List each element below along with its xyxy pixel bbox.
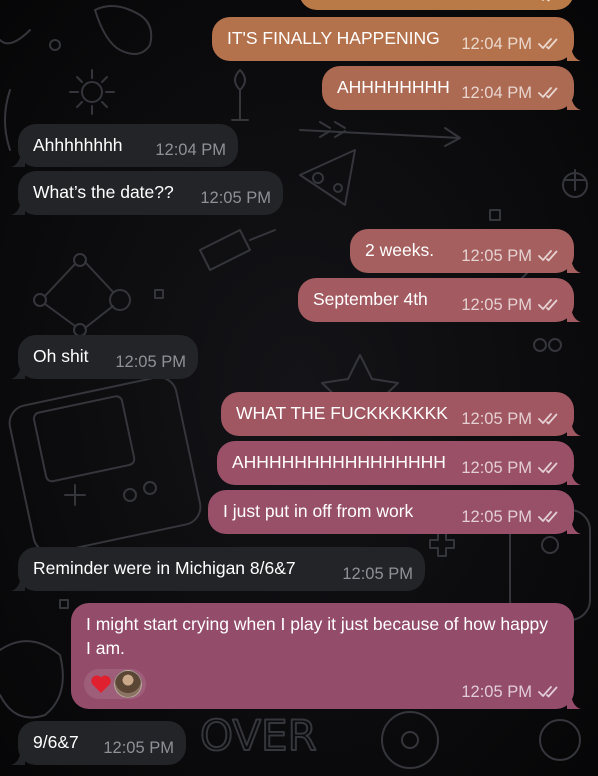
incoming-message-bubble[interactable]: 9/6&7 12:05 PM — [11, 721, 186, 765]
bubble-tail — [567, 471, 581, 485]
outgoing-message-bubble[interactable]: AHHHHHHHHHHHHHHHH 12:05 PM — [217, 441, 581, 485]
message-time: 12:05 PM — [461, 296, 532, 314]
bubble-tail — [567, 695, 581, 709]
read-double-check-icon — [538, 462, 558, 474]
outgoing-message-bubble[interactable]: I might start crying when I play it just… — [71, 603, 581, 709]
message-text: WHAT THE FUCKKKKKKK — [236, 403, 448, 423]
outgoing-message-bubble[interactable]: 2 weeks. 12:05 PM — [350, 229, 581, 273]
message-time: 12:05 PM — [461, 247, 532, 265]
outgoing-message-bubble[interactable]: AHHHHHHHH 12:04 PM — [322, 66, 581, 110]
message-time: 12:04 PM — [461, 84, 532, 102]
message-text: Reminder were in Michigan 8/6&7 — [33, 558, 296, 578]
read-double-check-icon — [538, 87, 558, 99]
bubble-tail — [11, 201, 25, 215]
bubble-tail — [11, 365, 25, 379]
bubble-tail — [567, 520, 581, 534]
message-meta: 12:05 PM — [200, 188, 271, 208]
bubble-tail — [567, 47, 581, 61]
message-time: 12:05 PM — [200, 189, 271, 207]
bubble-tail — [567, 96, 581, 110]
message-meta: 12:04 PM — [461, 83, 562, 103]
incoming-message-bubble[interactable]: Ahhhhhhhh 12:04 PM — [11, 124, 238, 167]
read-double-check-icon — [538, 38, 558, 50]
bubble-tail — [11, 577, 25, 591]
message-meta: 12:05 PM — [461, 682, 562, 702]
message-time: 12:04 PM — [155, 141, 226, 159]
message-list[interactable]: IT'S FINALLY HAPPENING 12:04 PM AHHHHHHHH 1… — [0, 0, 598, 776]
message-reactions[interactable] — [84, 669, 146, 699]
message-text: I just put in off from work — [223, 501, 414, 521]
message-text: September 4th — [313, 289, 428, 309]
message-text: Ahhhhhhhh — [33, 135, 123, 155]
message-meta: 12:04 PM — [461, 34, 562, 54]
message-text: AHHHHHHHHHHHHHHHH — [232, 452, 446, 472]
incoming-message-bubble[interactable]: What’s the date?? 12:05 PM — [11, 171, 283, 215]
message-meta: 12:05 PM — [115, 352, 186, 372]
message-meta: 12:05 PM — [103, 738, 174, 758]
message-meta: 12:05 PM — [461, 409, 562, 429]
message-meta: 12:05 PM — [461, 507, 562, 527]
read-double-check-icon — [538, 250, 558, 262]
incoming-message-bubble[interactable]: Oh shit 12:05 PM — [11, 335, 198, 379]
message-meta: 12:05 PM — [461, 295, 562, 315]
message-text: Oh shit — [33, 346, 89, 366]
incoming-message-bubble[interactable]: Reminder were in Michigan 8/6&7 12:05 PM — [11, 547, 425, 591]
red-heart-icon — [91, 675, 111, 693]
bubble-tail — [11, 751, 25, 765]
outgoing-message-bubble[interactable]: WHAT THE FUCKKKKKKK 12:05 PM — [221, 392, 581, 436]
message-bubble-partial[interactable] — [299, 0, 574, 10]
read-double-check-icon — [538, 413, 558, 425]
read-double-check-icon — [538, 686, 558, 698]
outgoing-message-bubble[interactable]: September 4th 12:05 PM — [298, 278, 581, 322]
message-time: 12:05 PM — [461, 459, 532, 477]
message-meta: 12:05 PM — [461, 458, 562, 478]
message-meta: 12:04 PM — [155, 140, 226, 160]
bubble-tail — [567, 422, 581, 436]
message-text: 2 weeks. — [365, 240, 435, 260]
read-double-check-icon — [541, 0, 551, 2]
message-time: 12:05 PM — [115, 353, 186, 371]
message-text: IT'S FINALLY HAPPENING — [227, 28, 440, 48]
bubble-tail — [567, 259, 581, 273]
message-time: 12:04 PM — [461, 35, 532, 53]
bubble-tail — [567, 308, 581, 322]
outgoing-message-bubble[interactable]: IT'S FINALLY HAPPENING 12:04 PM — [212, 17, 581, 61]
message-time: 12:05 PM — [461, 683, 532, 701]
bubble-tail — [11, 153, 25, 167]
message-meta: 12:05 PM — [461, 246, 562, 266]
outgoing-message-bubble[interactable]: I just put in off from work 12:05 PM — [208, 490, 581, 534]
message-text: AHHHHHHHH — [337, 77, 450, 97]
avatar[interactable] — [114, 670, 142, 698]
message-time: 12:05 PM — [461, 410, 532, 428]
message-time: 12:05 PM — [342, 565, 413, 583]
message-time: 12:05 PM — [461, 508, 532, 526]
message-time: 12:05 PM — [103, 739, 174, 757]
message-meta — [538, 0, 562, 3]
read-double-check-icon — [538, 299, 558, 311]
message-text: I might start crying when I play it just… — [86, 614, 549, 658]
message-text: What’s the date?? — [33, 182, 174, 202]
message-meta: 12:05 PM — [342, 564, 413, 584]
read-double-check-icon — [538, 511, 558, 523]
message-text: 9/6&7 — [33, 732, 79, 752]
